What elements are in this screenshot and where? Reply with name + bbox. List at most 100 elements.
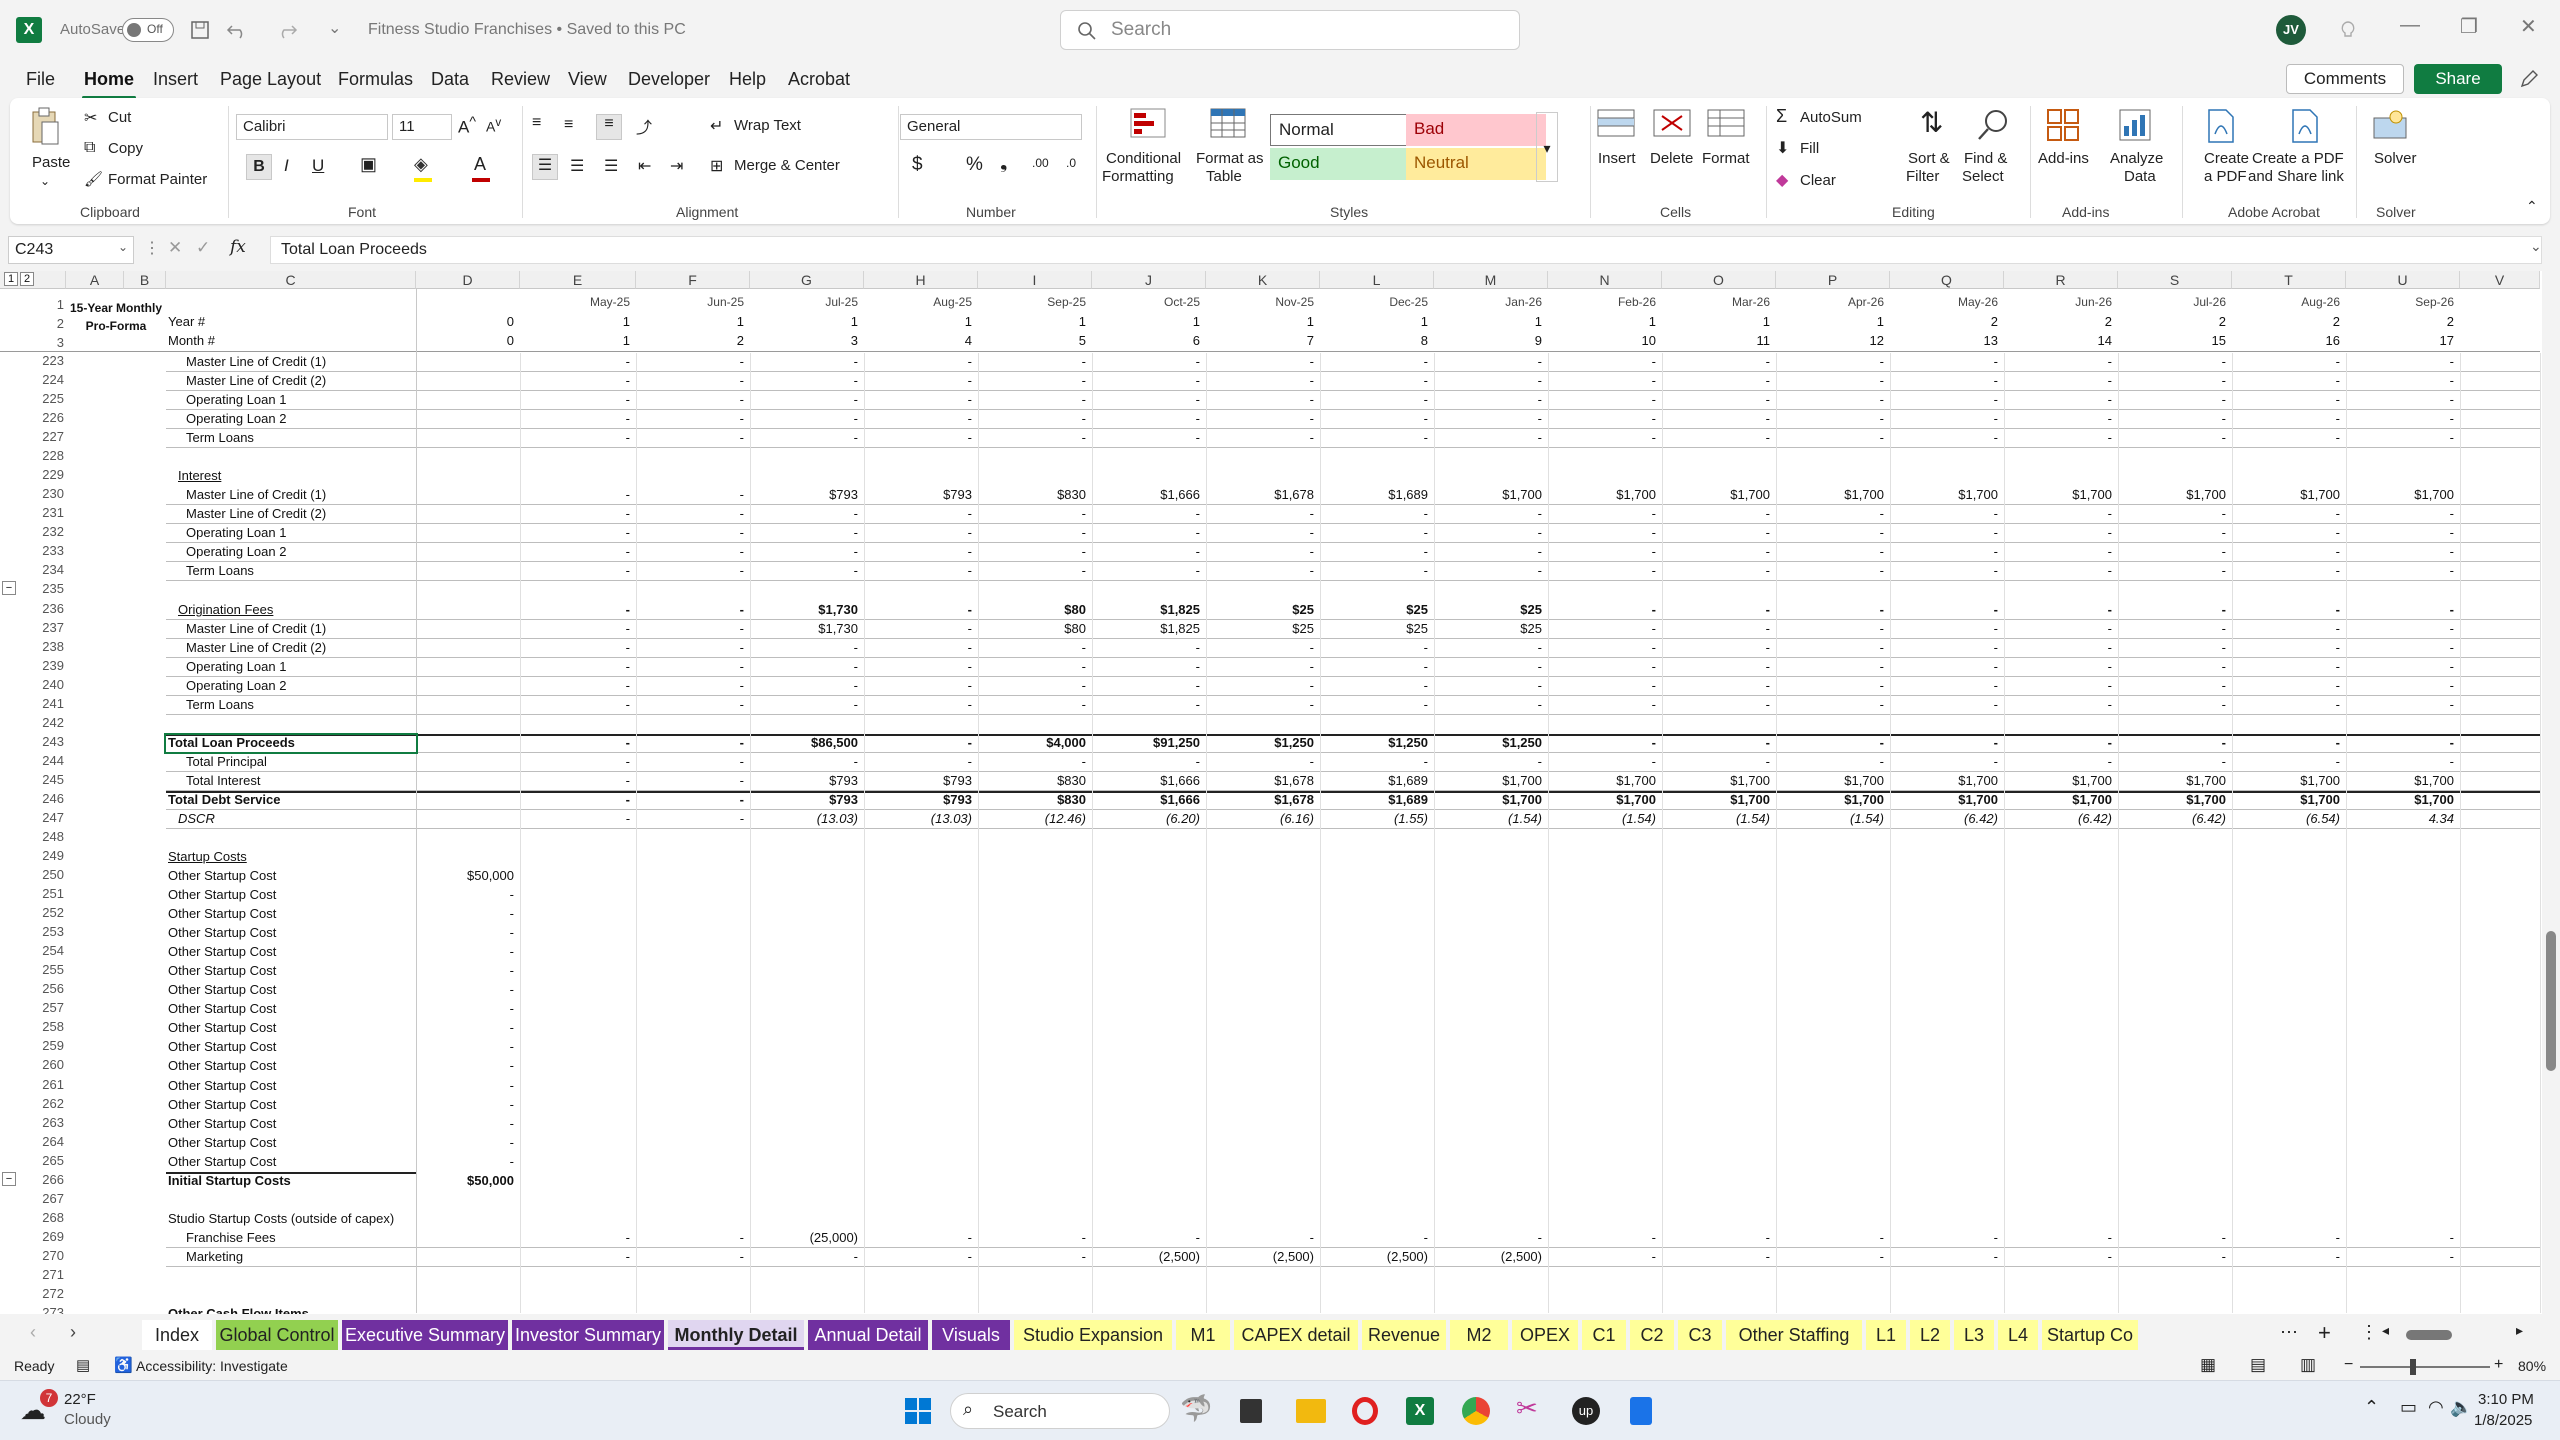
row-label[interactable]: Operating Loan 2: [186, 678, 286, 693]
row-label[interactable]: Startup Costs: [168, 849, 247, 864]
conditional-formatting-label[interactable]: Conditional: [1106, 150, 1181, 167]
cell-value[interactable]: -: [1784, 506, 1884, 521]
cell-value[interactable]: -: [1898, 735, 1998, 750]
cell-value[interactable]: -: [1328, 506, 1428, 521]
sheet-tab-l2[interactable]: L2: [1910, 1320, 1950, 1350]
cell-value[interactable]: -: [2240, 544, 2340, 559]
sheet-tab-revenue[interactable]: Revenue: [1362, 1320, 1446, 1350]
more-sheets-icon[interactable]: ⋯: [2280, 1322, 2298, 1343]
paste-icon[interactable]: [30, 106, 60, 146]
next-sheet-icon[interactable]: ›: [70, 1322, 76, 1343]
conditional-formatting-label2[interactable]: Formatting: [1102, 168, 1174, 185]
restore-icon[interactable]: ❐: [2460, 14, 2478, 39]
cell-value[interactable]: -: [530, 544, 630, 559]
cell-value[interactable]: $25: [1214, 621, 1314, 636]
cell-value[interactable]: -: [1100, 544, 1200, 559]
column-header-S[interactable]: S: [2118, 271, 2232, 289]
cell-value[interactable]: $1,678: [1214, 792, 1314, 807]
find-select-icon[interactable]: [1976, 108, 2010, 142]
cell-value[interactable]: (1.55): [1328, 811, 1428, 826]
row-label[interactable]: Other Startup Cost: [168, 1078, 276, 1093]
column-header-R[interactable]: R: [2004, 271, 2118, 289]
row-label[interactable]: Term Loans: [186, 430, 254, 445]
row-label[interactable]: DSCR: [178, 811, 215, 826]
increase-font-icon[interactable]: A^: [458, 114, 476, 138]
row-header[interactable]: 270: [22, 1248, 66, 1263]
align-middle-icon[interactable]: ≡: [564, 116, 573, 134]
cell-value[interactable]: -: [1100, 697, 1200, 712]
cell-value[interactable]: -: [2354, 392, 2454, 407]
cell-value[interactable]: -: [1328, 640, 1428, 655]
cell-value[interactable]: $1,689: [1328, 792, 1428, 807]
cell-value[interactable]: $25: [1328, 602, 1428, 617]
cell-value[interactable]: -: [1442, 506, 1542, 521]
row-label[interactable]: Other Startup Cost: [168, 1001, 276, 1016]
row-header[interactable]: 1: [22, 297, 66, 312]
outline-collapse-button[interactable]: −: [2, 1172, 16, 1186]
row-header[interactable]: 224: [22, 372, 66, 387]
row-header[interactable]: 250: [22, 867, 66, 882]
cell-value[interactable]: -: [2240, 525, 2340, 540]
row-label[interactable]: Other Startup Cost: [168, 1097, 276, 1112]
cell-value[interactable]: -: [2012, 735, 2112, 750]
cell-value[interactable]: (13.03): [758, 811, 858, 826]
cell-value[interactable]: -: [2126, 678, 2226, 693]
menu-formulas[interactable]: Formulas: [338, 69, 413, 90]
cell-value[interactable]: -: [1442, 697, 1542, 712]
share-pdf-label2[interactable]: and Share link: [2248, 168, 2344, 185]
align-bottom-icon[interactable]: ≡: [596, 114, 622, 140]
row-label[interactable]: Initial Startup Costs: [168, 1173, 291, 1188]
font-size-select[interactable]: 11: [392, 114, 452, 140]
cell-value[interactable]: -: [758, 354, 858, 369]
cell-value[interactable]: -: [1328, 544, 1428, 559]
find-select-label[interactable]: Find &: [1964, 150, 2007, 167]
row-header[interactable]: 235: [22, 581, 66, 596]
column-header-U[interactable]: U: [2346, 271, 2460, 289]
add-ins-icon[interactable]: [2046, 108, 2080, 142]
decrease-decimal-icon[interactable]: .0: [1066, 156, 1076, 170]
row-header[interactable]: 272: [22, 1286, 66, 1301]
cell-value[interactable]: $793: [758, 773, 858, 788]
cell-value[interactable]: -: [872, 735, 972, 750]
startup-cost-value[interactable]: -: [414, 963, 514, 978]
format-as-table-label[interactable]: Format as: [1196, 150, 1264, 167]
startup-cost-value[interactable]: $50,000: [414, 1173, 514, 1188]
row-header[interactable]: 271: [22, 1267, 66, 1282]
cell-value[interactable]: -: [872, 392, 972, 407]
row-header[interactable]: 243: [22, 734, 66, 749]
redo-icon[interactable]: [274, 20, 298, 40]
cell-value[interactable]: -: [1898, 1249, 1998, 1264]
create-pdf-label2[interactable]: a PDF: [2204, 168, 2247, 185]
cell-value[interactable]: -: [2126, 544, 2226, 559]
cell-value[interactable]: -: [986, 563, 1086, 578]
column-header-K[interactable]: K: [1206, 271, 1320, 289]
cell-value[interactable]: -: [1328, 392, 1428, 407]
cell-value[interactable]: -: [758, 430, 858, 445]
row-header[interactable]: 236: [22, 601, 66, 616]
cell-value[interactable]: -: [1556, 640, 1656, 655]
row-label[interactable]: Other Startup Cost: [168, 1154, 276, 1169]
cell-value[interactable]: -: [644, 754, 744, 769]
cell-value[interactable]: $1,666: [1100, 487, 1200, 502]
cell-value[interactable]: $1,700: [2126, 487, 2226, 502]
row-header[interactable]: 233: [22, 543, 66, 558]
cell-value[interactable]: -: [1898, 621, 1998, 636]
cell-value[interactable]: -: [1214, 354, 1314, 369]
fill-color-icon[interactable]: ◈: [414, 154, 428, 175]
cell-value[interactable]: -: [872, 544, 972, 559]
cell-value[interactable]: -: [1670, 678, 1770, 693]
cancel-entry-icon[interactable]: ✕: [168, 238, 182, 258]
cell-value[interactable]: -: [1898, 697, 1998, 712]
row-label[interactable]: Other Startup Cost: [168, 944, 276, 959]
create-pdf-icon[interactable]: [2206, 108, 2236, 144]
cell-value[interactable]: -: [1328, 563, 1428, 578]
notepad-icon[interactable]: [1630, 1397, 1652, 1425]
cell-value[interactable]: -: [1556, 411, 1656, 426]
cell-value[interactable]: -: [644, 735, 744, 750]
menu-help[interactable]: Help: [729, 69, 766, 90]
decrease-font-icon[interactable]: Av: [486, 116, 501, 135]
cell-value[interactable]: -: [1898, 640, 1998, 655]
zoom-level[interactable]: 80%: [2518, 1358, 2546, 1374]
cell-value[interactable]: -: [1670, 430, 1770, 445]
cell-value[interactable]: -: [2012, 640, 2112, 655]
